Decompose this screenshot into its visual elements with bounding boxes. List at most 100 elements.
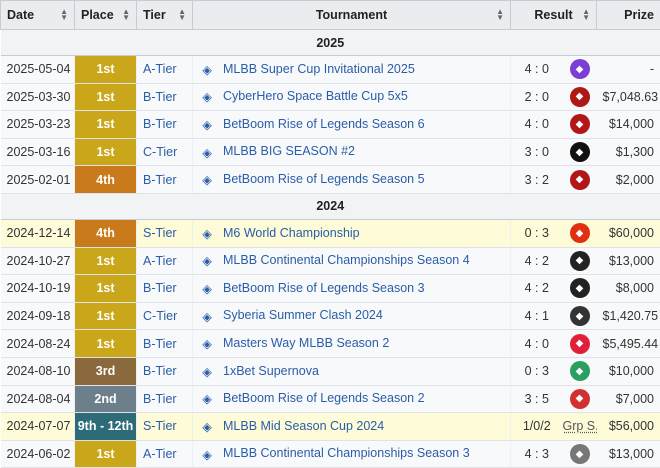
place-cell: 4th [75, 219, 137, 247]
place-cell: 1st [75, 302, 137, 330]
tournament-link[interactable]: BetBoom Rise of Legends Season 3 [223, 281, 425, 295]
result-cell: 3 : 0 [511, 138, 563, 166]
sort-icon[interactable]: ▲▼ [496, 9, 504, 21]
place-cell: 9th - 12th [75, 413, 137, 441]
betboom-icon[interactable]: ◈ [197, 281, 217, 296]
tier-link[interactable]: B-Tier [137, 166, 193, 194]
fox-icon[interactable]: ◆ [570, 114, 590, 134]
sort-icon[interactable]: ▲▼ [122, 9, 130, 21]
mcc-icon[interactable]: ◈ [197, 447, 217, 462]
tier-link[interactable]: B-Tier [137, 330, 193, 358]
tournament-link[interactable]: M6 World Championship [223, 226, 360, 240]
bb-icon[interactable]: ◆ [570, 334, 590, 354]
tournament-link[interactable]: 1xBet Supernova [223, 364, 319, 378]
opponent-cell: ◆ [563, 385, 597, 413]
sort-icon[interactable]: ▲▼ [60, 9, 68, 21]
place-cell: 1st [75, 440, 137, 468]
skull-icon[interactable]: ◆ [570, 306, 590, 326]
header-place[interactable]: Place▲▼ [75, 1, 137, 30]
1xbet-icon[interactable]: ◈ [197, 364, 217, 379]
pair-icon[interactable]: ◆ [570, 361, 590, 381]
tier-link[interactable]: C-Tier [137, 138, 193, 166]
tournament-link[interactable]: MLBB BIG SEASON #2 [223, 144, 355, 158]
opponent-cell: ◆ [563, 440, 597, 468]
diamond-icon[interactable]: ◈ [197, 62, 217, 77]
prize-cell: - [597, 56, 660, 84]
result-cell: 3 : 5 [511, 385, 563, 413]
ch-icon[interactable]: ◆ [570, 142, 590, 162]
date-cell: 2024-08-04 [1, 385, 75, 413]
fox-icon[interactable]: ◆ [570, 170, 590, 190]
prize-cell: $60,000 [597, 219, 660, 247]
prize-cell: $8,000 [597, 275, 660, 303]
tournament-link[interactable]: MLBB Mid Season Cup 2024 [223, 419, 384, 433]
tier-link[interactable]: S-Tier [137, 219, 193, 247]
table-row: 2024-09-181stC-Tier◈Syberia Summer Clash… [1, 302, 660, 330]
table-row: 2024-10-191stB-Tier◈BetBoom Rise of Lege… [1, 275, 660, 303]
header-date[interactable]: Date▲▼ [1, 1, 75, 30]
msc-icon[interactable]: ◈ [197, 419, 217, 434]
betboom-icon[interactable]: ◈ [197, 117, 217, 132]
ch-icon[interactable]: ◈ [197, 89, 217, 104]
tier-link[interactable]: B-Tier [137, 111, 193, 139]
prize-cell: $2,000 [597, 166, 660, 194]
header-tier[interactable]: Tier▲▼ [137, 1, 193, 30]
tier-link[interactable]: A-Tier [137, 440, 193, 468]
crest-icon[interactable]: ◆ [570, 444, 590, 464]
date-cell: 2024-10-27 [1, 247, 75, 275]
opponent-cell: ◆ [563, 111, 597, 139]
tournament-cell: ◈ BetBoom Rise of Legends Season 2 [193, 385, 511, 413]
tournament-link[interactable]: Masters Way MLBB Season 2 [223, 336, 389, 350]
header-result[interactable]: Result▲▼ [511, 1, 597, 30]
tournament-cell: ◈ Syberia Summer Clash 2024 [193, 302, 511, 330]
betboom-icon[interactable]: ◈ [197, 391, 217, 406]
tier-link[interactable]: S-Tier [137, 413, 193, 441]
betboom-icon[interactable]: ◈ [197, 172, 217, 187]
tournament-link[interactable]: BetBoom Rise of Legends Season 2 [223, 391, 425, 405]
skull-icon[interactable]: ◆ [570, 278, 590, 298]
tournament-link[interactable]: Syberia Summer Clash 2024 [223, 308, 383, 322]
tier-link[interactable]: B-Tier [137, 357, 193, 385]
tier-link[interactable]: B-Tier [137, 275, 193, 303]
x-icon[interactable]: ◈ [197, 145, 217, 160]
tier-link[interactable]: B-Tier [137, 385, 193, 413]
result-cell: 4 : 0 [511, 330, 563, 358]
date-cell: 2025-02-01 [1, 166, 75, 194]
date-cell: 2024-10-19 [1, 275, 75, 303]
tournament-cell: ◈ MLBB Continental Championships Season 4 [193, 247, 511, 275]
tier-link[interactable]: A-Tier [137, 247, 193, 275]
tournament-link[interactable]: MLBB Continental Championships Season 4 [223, 253, 470, 267]
table-row: 2024-08-103rdB-Tier◈1xBet Supernova0 : 3… [1, 357, 660, 385]
skull-icon[interactable]: ◆ [570, 251, 590, 271]
tier-link[interactable]: A-Tier [137, 56, 193, 84]
tournament-link[interactable]: BetBoom Rise of Legends Season 6 [223, 117, 425, 131]
mw-icon[interactable]: ◈ [197, 336, 217, 351]
table-row: 2024-08-042ndB-Tier◈BetBoom Rise of Lege… [1, 385, 660, 413]
m6-icon[interactable]: ◈ [197, 226, 217, 241]
date-cell: 2024-12-14 [1, 219, 75, 247]
sort-icon[interactable]: ▲▼ [178, 9, 186, 21]
header-prize[interactable]: Prize [597, 1, 660, 30]
date-cell: 2024-08-10 [1, 357, 75, 385]
result-cell: 1/0/2 [511, 413, 563, 441]
tier-link[interactable]: B-Tier [137, 83, 193, 111]
syberia-icon[interactable]: ◈ [197, 309, 217, 324]
result-cell: 0 : 3 [511, 219, 563, 247]
tier-link[interactable]: C-Tier [137, 302, 193, 330]
year-section-header: 2025 [1, 30, 660, 56]
tournament-link[interactable]: CyberHero Space Battle Cup 5x5 [223, 89, 408, 103]
v-icon[interactable]: ◆ [570, 59, 590, 79]
year-label: 2025 [1, 30, 660, 56]
tournament-link[interactable]: MLBB Super Cup Invitational 2025 [223, 62, 415, 76]
header-tournament[interactable]: Tournament▲▼ [193, 1, 511, 30]
tournament-link[interactable]: MLBB Continental Championships Season 3 [223, 446, 470, 460]
tournament-link[interactable]: BetBoom Rise of Legends Season 5 [223, 172, 425, 186]
date-cell: 2025-03-16 [1, 138, 75, 166]
flame-icon[interactable]: ◆ [570, 223, 590, 243]
date-cell: 2024-08-24 [1, 330, 75, 358]
mcc-icon[interactable]: ◈ [197, 253, 217, 268]
sort-icon[interactable]: ▲▼ [582, 9, 590, 21]
opponent-cell: ◆ [563, 357, 597, 385]
falcon-icon[interactable]: ◆ [570, 389, 590, 409]
fox-icon[interactable]: ◆ [570, 87, 590, 107]
